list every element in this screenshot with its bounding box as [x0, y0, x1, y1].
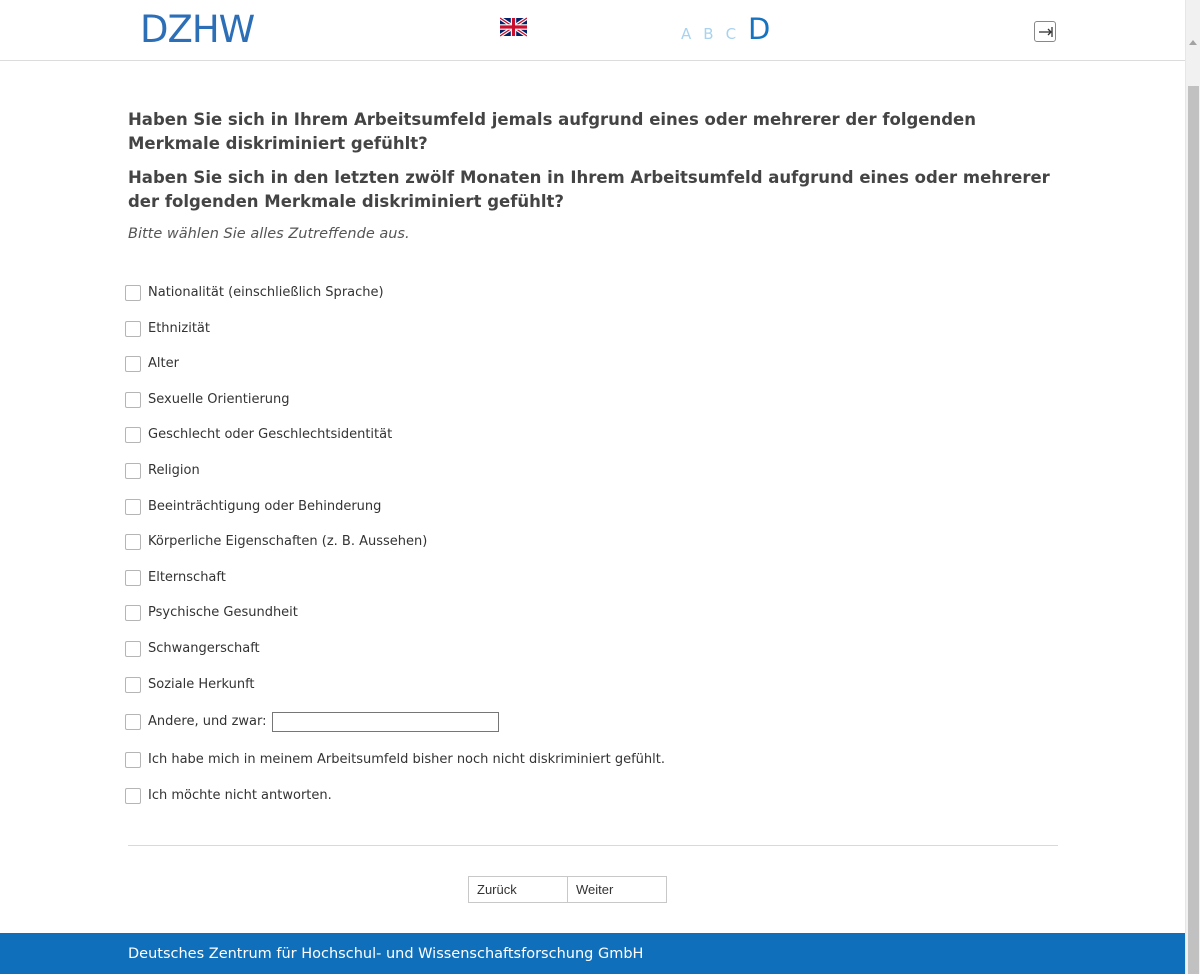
option-label[interactable]: Elternschaft — [148, 570, 226, 586]
question-title-1: Haben Sie sich in Ihrem Arbeitsumfeld je… — [128, 110, 976, 153]
header: DZHW A B C D — [0, 0, 1185, 61]
progress-indicator: A B C D — [681, 14, 770, 44]
uk-flag-icon[interactable] — [500, 17, 527, 37]
option-age[interactable]: Alter — [125, 354, 179, 374]
checkbox[interactable] — [125, 463, 141, 479]
checkbox[interactable] — [125, 605, 141, 621]
checkbox[interactable] — [125, 427, 141, 443]
option-label[interactable]: Nationalität (einschließlich Sprache) — [148, 285, 384, 301]
option-label[interactable]: Ethnizität — [148, 321, 210, 337]
scroll-up-arrow-icon[interactable] — [1189, 40, 1197, 45]
option-ethnicity[interactable]: Ethnizität — [125, 319, 210, 339]
option-label[interactable]: Sexuelle Orientierung — [148, 392, 290, 408]
checkbox[interactable] — [125, 788, 141, 804]
progress-letter-a: A — [681, 25, 692, 43]
question-title-2: Haben Sie sich in den letzten zwölf Mona… — [128, 168, 1050, 211]
option-label[interactable]: Körperliche Eigenschaften (z. B. Aussehe… — [148, 534, 427, 550]
exit-button[interactable] — [1034, 21, 1056, 42]
option-no-answer[interactable]: Ich möchte nicht antworten. — [125, 786, 332, 806]
option-label[interactable]: Soziale Herkunft — [148, 677, 255, 693]
progress-letter-c: C — [725, 25, 737, 43]
option-social-origin[interactable]: Soziale Herkunft — [125, 675, 255, 695]
footer: Deutsches Zentrum für Hochschul- und Wis… — [0, 933, 1185, 974]
option-disability[interactable]: Beeinträchtigung oder Behinderung — [125, 497, 381, 517]
checkbox[interactable] — [125, 752, 141, 768]
option-label[interactable]: Andere, und zwar: — [148, 714, 267, 730]
option-label[interactable]: Psychische Gesundheit — [148, 605, 298, 621]
option-label[interactable]: Beeinträchtigung oder Behinderung — [148, 499, 381, 515]
checkbox[interactable] — [125, 570, 141, 586]
checkbox[interactable] — [125, 392, 141, 408]
question-instruction: Bitte wählen Sie alles Zutreffende aus. — [128, 226, 410, 242]
footer-text: Deutsches Zentrum für Hochschul- und Wis… — [128, 946, 644, 962]
checkbox[interactable] — [125, 714, 141, 730]
option-parenthood[interactable]: Elternschaft — [125, 568, 226, 588]
progress-letter-d-active: D — [748, 12, 771, 46]
checkbox[interactable] — [125, 534, 141, 550]
scrollbar[interactable] — [1185, 0, 1200, 974]
option-not-discriminated[interactable]: Ich habe mich in meinem Arbeitsumfeld bi… — [125, 750, 665, 770]
checkbox[interactable] — [125, 677, 141, 693]
option-label[interactable]: Religion — [148, 463, 200, 479]
option-label[interactable]: Alter — [148, 356, 179, 372]
exit-arrow-icon — [1039, 27, 1053, 37]
next-button[interactable]: Weiter — [568, 876, 667, 903]
option-label[interactable]: Ich möchte nicht antworten. — [148, 788, 332, 804]
option-label[interactable]: Geschlecht oder Geschlechtsidentität — [148, 427, 392, 443]
option-other[interactable]: Andere, und zwar: — [125, 712, 499, 732]
option-pregnancy[interactable]: Schwangerschaft — [125, 639, 260, 659]
option-religion[interactable]: Religion — [125, 461, 200, 481]
option-sexual-orientation[interactable]: Sexuelle Orientierung — [125, 390, 290, 410]
dzhw-logo: DZHW — [140, 8, 255, 51]
checkbox[interactable] — [125, 499, 141, 515]
question-block: Haben Sie sich in Ihrem Arbeitsumfeld je… — [128, 108, 1058, 244]
checkbox[interactable] — [125, 321, 141, 337]
navigation-buttons: Zurück Weiter — [468, 876, 667, 903]
checkbox[interactable] — [125, 285, 141, 301]
checkbox[interactable] — [125, 356, 141, 372]
option-label[interactable]: Ich habe mich in meinem Arbeitsumfeld bi… — [148, 752, 665, 768]
option-physical-traits[interactable]: Körperliche Eigenschaften (z. B. Aussehe… — [125, 532, 427, 552]
checkbox[interactable] — [125, 641, 141, 657]
option-label[interactable]: Schwangerschaft — [148, 641, 260, 657]
option-nationality[interactable]: Nationalität (einschließlich Sprache) — [125, 283, 384, 303]
option-mental-health[interactable]: Psychische Gesundheit — [125, 603, 298, 623]
progress-letter-b: B — [703, 25, 714, 43]
divider — [128, 845, 1058, 846]
scroll-thumb[interactable] — [1188, 86, 1199, 974]
option-gender[interactable]: Geschlecht oder Geschlechtsidentität — [125, 425, 392, 445]
back-button[interactable]: Zurück — [468, 876, 568, 903]
other-text-input[interactable] — [271, 712, 499, 732]
